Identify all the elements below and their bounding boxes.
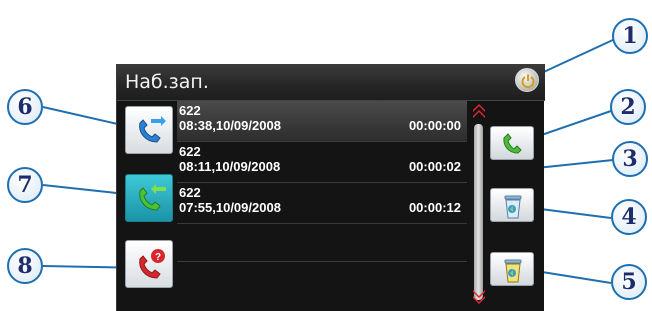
- call-log-row[interactable]: 622 08:11,10/09/2008 00:00:02: [177, 142, 467, 183]
- call-datetime: 08:38,10/09/2008: [179, 118, 281, 133]
- scroll-down-button[interactable]: [471, 289, 487, 307]
- device-screen: Наб.зап. 622 08:38,10/09/2008 00:00:00 6…: [116, 64, 545, 311]
- call-button[interactable]: [490, 126, 534, 160]
- call-log-row[interactable]: 622 07:55,10/09/2008 00:00:12: [177, 183, 467, 224]
- scrollbar[interactable]: [474, 124, 483, 300]
- call-number: 622: [179, 144, 201, 159]
- callout-2: 2: [610, 89, 646, 125]
- phone-incoming-icon: [139, 184, 166, 211]
- callout-5: 5: [611, 264, 647, 300]
- call-datetime: 08:11,10/09/2008: [179, 159, 281, 174]
- dialed-calls-button[interactable]: [125, 106, 173, 154]
- received-calls-button[interactable]: [125, 174, 173, 222]
- call-datetime: 07:55,10/09/2008: [179, 200, 281, 215]
- phone-call-icon: [503, 133, 522, 154]
- call-duration: 00:00:12: [408, 200, 461, 215]
- callout-7: 7: [7, 167, 43, 203]
- title-bar: Наб.зап.: [117, 64, 545, 101]
- svg-text:?: ?: [155, 252, 161, 263]
- phone-missed-icon: ?: [139, 249, 165, 279]
- callout-8: 8: [7, 248, 43, 284]
- delete-all-button[interactable]: [490, 252, 534, 286]
- call-duration: 00:00:02: [408, 159, 461, 174]
- callout-6: 6: [7, 89, 43, 125]
- list-divider: [177, 261, 467, 262]
- phone-dial-icon: [139, 116, 166, 143]
- call-log-row[interactable]: 622 08:38,10/09/2008 00:00:00: [177, 101, 467, 142]
- missed-calls-button[interactable]: ?: [125, 240, 173, 288]
- trash-all-icon: [504, 259, 522, 283]
- power-button[interactable]: [515, 68, 539, 92]
- callout-4: 4: [611, 199, 647, 235]
- delete-button[interactable]: [490, 188, 534, 222]
- callout-3: 3: [612, 141, 648, 177]
- page-title: Наб.зап.: [125, 71, 209, 93]
- callout-1: 1: [612, 18, 648, 54]
- scroll-up-button[interactable]: [471, 101, 487, 119]
- call-duration: 00:00:00: [408, 118, 461, 133]
- power-icon: [521, 74, 535, 89]
- call-number: 622: [179, 103, 201, 118]
- call-number: 622: [179, 185, 201, 200]
- trash-icon: [504, 195, 522, 219]
